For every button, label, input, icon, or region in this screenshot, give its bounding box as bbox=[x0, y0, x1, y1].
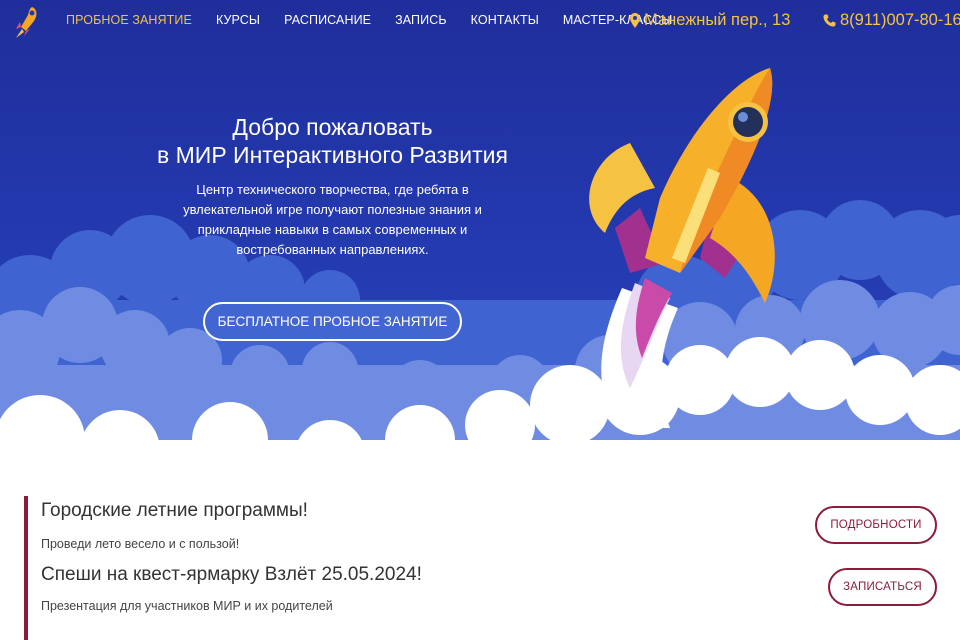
hero-description: Центр технического творчества, где ребят… bbox=[183, 182, 482, 257]
nav-item-courses[interactable]: КУРСЫ bbox=[216, 13, 260, 27]
hero-title: Добро пожаловать в МИР Интерактивного Ра… bbox=[90, 113, 575, 169]
top-navigation: ПРОБНОЕ ЗАНЯТИЕ КУРСЫ РАСПИСАНИЕ ЗАПИСЬ … bbox=[0, 0, 960, 44]
rocket-illustration bbox=[589, 68, 775, 428]
phone[interactable]: 8(911)007-80-16 bbox=[823, 10, 960, 30]
rocket-logo-icon[interactable] bbox=[12, 5, 40, 41]
promo-title-quest: Спеши на квест-ярмарку Взлёт 25.05.2024! bbox=[41, 564, 422, 585]
hero-section: ПРОБНОЕ ЗАНЯТИЕ КУРСЫ РАСПИСАНИЕ ЗАПИСЬ … bbox=[0, 0, 960, 470]
address[interactable]: Манежный пер., 13 bbox=[630, 10, 790, 30]
free-trial-button[interactable]: БЕСПЛАТНОЕ ПРОБНОЕ ЗАНЯТИЕ bbox=[203, 302, 462, 341]
address-text: Манежный пер., 13 bbox=[644, 11, 791, 29]
hero-title-line-1: Добро пожаловать bbox=[232, 114, 433, 140]
map-marker-icon bbox=[630, 12, 640, 28]
details-button[interactable]: ПОДРОБНОСТИ bbox=[815, 506, 937, 544]
phone-icon bbox=[823, 14, 836, 26]
promo-subtitle-quest: Презентация для участников МИР и их роди… bbox=[41, 599, 333, 613]
main-menu: ПРОБНОЕ ЗАНЯТИЕ КУРСЫ РАСПИСАНИЕ ЗАПИСЬ … bbox=[66, 13, 696, 27]
nav-item-trial-lesson[interactable]: ПРОБНОЕ ЗАНЯТИЕ bbox=[66, 13, 192, 27]
hero-title-line-2: в МИР Интерактивного Развития bbox=[157, 142, 508, 168]
nav-item-schedule[interactable]: РАСПИСАНИЕ bbox=[284, 13, 371, 27]
nav-item-contacts[interactable]: КОНТАКТЫ bbox=[471, 13, 539, 27]
promo-title-summer: Городские летние программы! bbox=[41, 500, 308, 521]
nav-item-enrollment[interactable]: ЗАПИСЬ bbox=[395, 13, 447, 27]
promo-accent-bar bbox=[24, 496, 28, 640]
phone-text: 8(911)007-80-16 bbox=[840, 11, 960, 29]
promo-subtitle-summer: Проведи лето весело и с пользой! bbox=[41, 537, 240, 551]
signup-button[interactable]: ЗАПИСАТЬСЯ bbox=[828, 568, 937, 606]
